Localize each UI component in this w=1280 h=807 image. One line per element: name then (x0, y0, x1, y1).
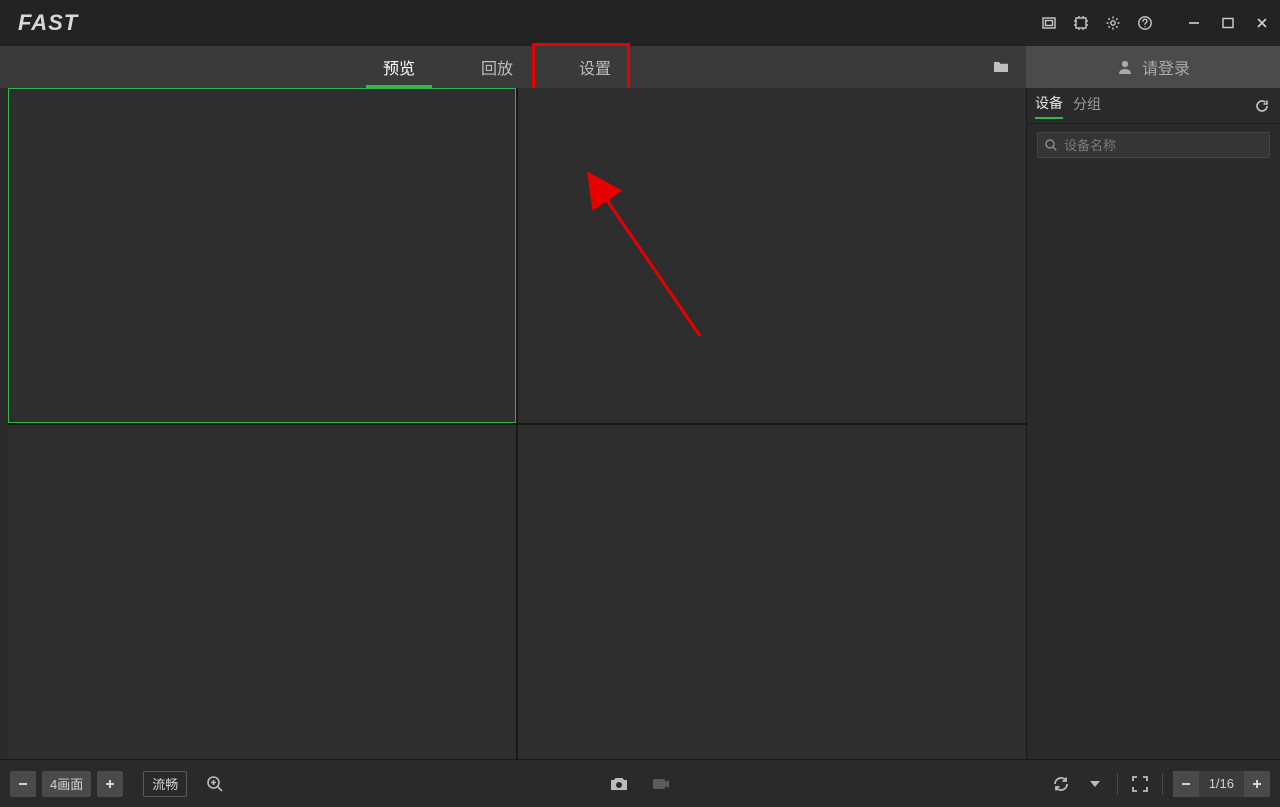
bottom-right-controls: 1/16 (1049, 771, 1270, 797)
page-stepper: 1/16 (1173, 771, 1270, 797)
tab-preview[interactable]: 预览 (350, 46, 448, 88)
video-cell-2[interactable] (518, 88, 1026, 423)
device-sidebar: 设备 分组 (1026, 88, 1280, 759)
layout-decrease-button[interactable] (10, 771, 36, 797)
folder-icon[interactable] (984, 46, 1018, 88)
divider (1117, 773, 1118, 795)
gear-icon[interactable] (1104, 14, 1122, 32)
cycle-icon[interactable] (1049, 772, 1073, 796)
refresh-icon[interactable] (1254, 98, 1270, 114)
layout-controls: 4画面 流畅 (10, 771, 227, 797)
main-tabs: 预览 回放 设置 (350, 46, 644, 88)
chip-icon[interactable] (1072, 14, 1090, 32)
main-nav: 预览 回放 设置 请登录 (0, 46, 1280, 88)
sidebar-tab-device[interactable]: 设备 (1035, 93, 1063, 119)
device-search-box[interactable] (1037, 132, 1270, 158)
divider (1162, 773, 1163, 795)
close-button[interactable] (1254, 15, 1270, 31)
record-icon (649, 772, 673, 796)
video-cell-3[interactable] (8, 425, 516, 760)
video-cell-1[interactable] (8, 88, 516, 423)
bottom-toolbar: 4画面 流畅 (0, 759, 1280, 807)
sidebar-search-wrap (1027, 124, 1280, 166)
maximize-button[interactable] (1220, 15, 1236, 31)
camera-icon[interactable] (607, 772, 631, 796)
layout-label[interactable]: 4画面 (42, 771, 91, 797)
body: 设备 分组 (0, 88, 1280, 759)
titlebar-right-group (1040, 14, 1270, 32)
login-button[interactable]: 请登录 (1026, 46, 1280, 88)
fullscreen-icon[interactable] (1128, 772, 1152, 796)
nav-right-group: 请登录 (984, 46, 1280, 88)
device-search-input[interactable] (1064, 138, 1263, 153)
login-label: 请登录 (1142, 55, 1190, 79)
page-prev-button[interactable] (1173, 771, 1199, 797)
app-window: FAST (0, 0, 1280, 807)
video-grid (8, 88, 1026, 759)
layout-increase-button[interactable] (97, 771, 123, 797)
stream-quality-button[interactable]: 流畅 (143, 771, 187, 797)
search-icon (1044, 138, 1058, 152)
tab-settings[interactable]: 设置 (546, 46, 644, 88)
user-icon (1116, 58, 1134, 76)
zoom-in-icon[interactable] (203, 772, 227, 796)
minimize-button[interactable] (1186, 15, 1202, 31)
sidebar-tab-group[interactable]: 分组 (1073, 94, 1101, 118)
video-cell-4[interactable] (518, 425, 1026, 760)
sidebar-tabs-row: 设备 分组 (1027, 88, 1280, 124)
page-next-button[interactable] (1244, 771, 1270, 797)
device-list (1027, 166, 1280, 759)
screenshot-icon[interactable] (1040, 14, 1058, 32)
tab-playback[interactable]: 回放 (448, 46, 546, 88)
capture-controls (607, 772, 673, 796)
video-grid-area (0, 88, 1026, 759)
window-control-buttons (1186, 15, 1270, 31)
help-icon[interactable] (1136, 14, 1154, 32)
brand-logo: FAST (18, 10, 78, 36)
dropdown-caret-icon[interactable] (1083, 772, 1107, 796)
title-bar: FAST (0, 0, 1280, 46)
page-indicator: 1/16 (1199, 771, 1244, 797)
